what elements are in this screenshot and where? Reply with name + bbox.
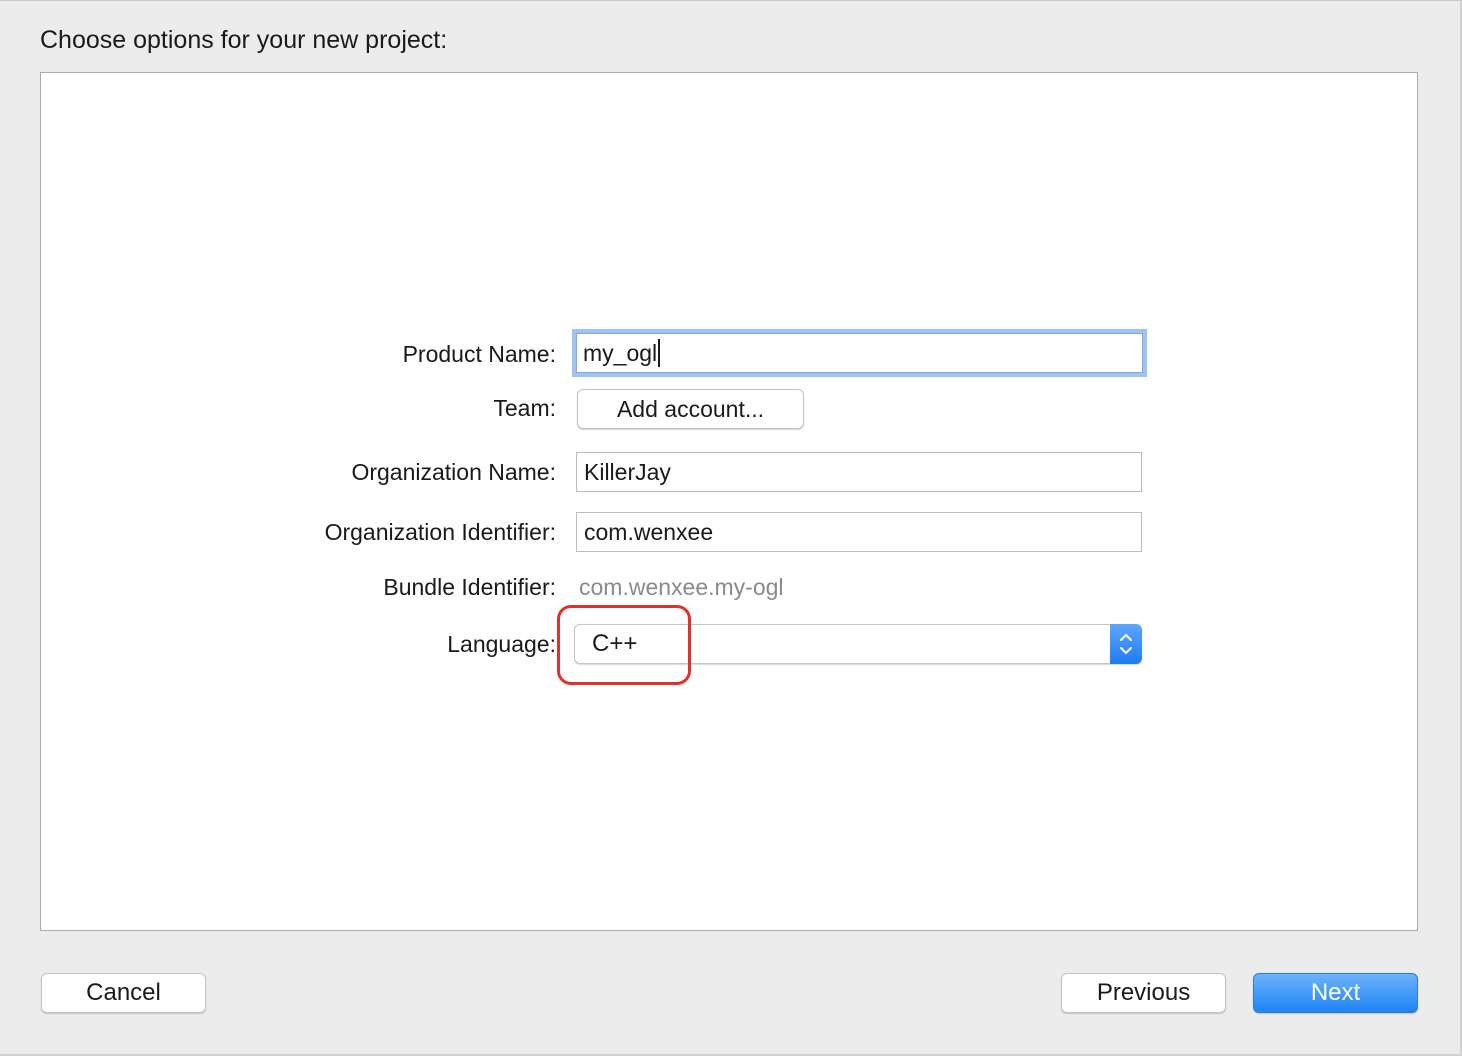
product-name-field[interactable]: my_ogl <box>572 329 1147 377</box>
add-account-button[interactable]: Add account... <box>577 389 804 429</box>
dialog-heading: Choose options for your new project: <box>40 26 448 54</box>
organization-identifier-label: Organization Identifier: <box>324 519 556 545</box>
text-caret <box>658 338 661 367</box>
organization-name-label: Organization Name: <box>351 459 556 485</box>
bundle-identifier-label: Bundle Identifier: <box>383 574 556 600</box>
organization-identifier-field[interactable]: com.wenxee <box>576 512 1142 552</box>
organization-name-field[interactable]: KillerJay <box>576 452 1142 492</box>
language-label: Language: <box>447 631 556 657</box>
previous-button[interactable]: Previous <box>1061 973 1226 1013</box>
options-panel <box>40 72 1418 931</box>
product-name-value: my_ogl <box>583 340 658 366</box>
window-top-border <box>0 0 1462 1</box>
chevron-up-down-icon[interactable] <box>1110 624 1142 664</box>
product-name-label: Product Name: <box>402 341 556 367</box>
next-button[interactable]: Next <box>1253 973 1418 1013</box>
organization-name-value: KillerJay <box>584 459 671 485</box>
annotation-highlight-ring <box>557 605 691 685</box>
organization-identifier-value: com.wenxee <box>584 519 714 545</box>
team-label: Team: <box>493 395 556 421</box>
cancel-button[interactable]: Cancel <box>41 973 206 1013</box>
bundle-identifier-value: com.wenxee.my-ogl <box>579 574 784 600</box>
